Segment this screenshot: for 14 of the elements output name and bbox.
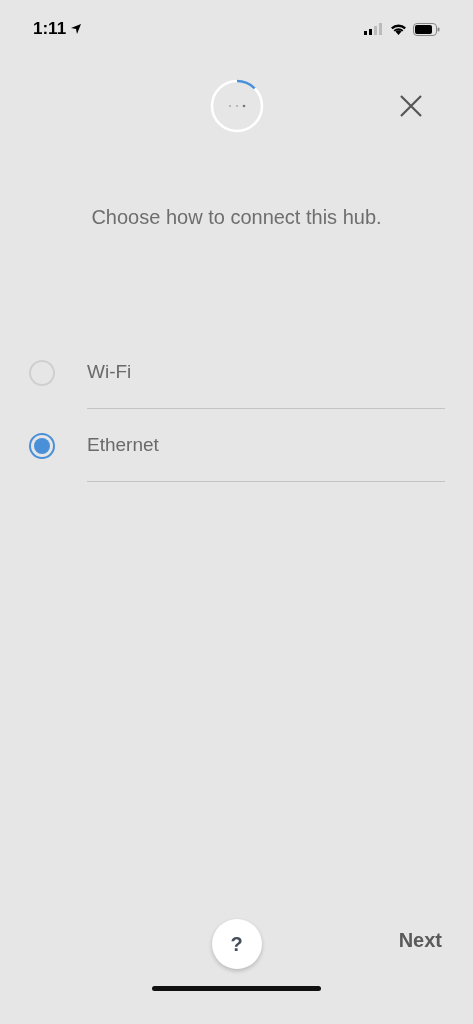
location-arrow-icon [70, 23, 83, 35]
close-icon [399, 94, 423, 118]
progress-ring [208, 78, 265, 134]
close-button[interactable] [399, 94, 423, 118]
prompt-text: Choose how to connect this hub. [90, 206, 383, 229]
option-label[interactable]: Wi-Fi [87, 336, 445, 409]
status-time: 1:11 [33, 19, 67, 39]
next-button[interactable]: Next [398, 929, 442, 952]
help-button[interactable]: ? [211, 919, 262, 969]
radio-button[interactable] [28, 431, 56, 460]
wifi-icon [390, 23, 407, 35]
battery-icon [413, 22, 440, 36]
signal-icon [364, 23, 384, 35]
option-label[interactable]: Ethernet [87, 409, 445, 482]
